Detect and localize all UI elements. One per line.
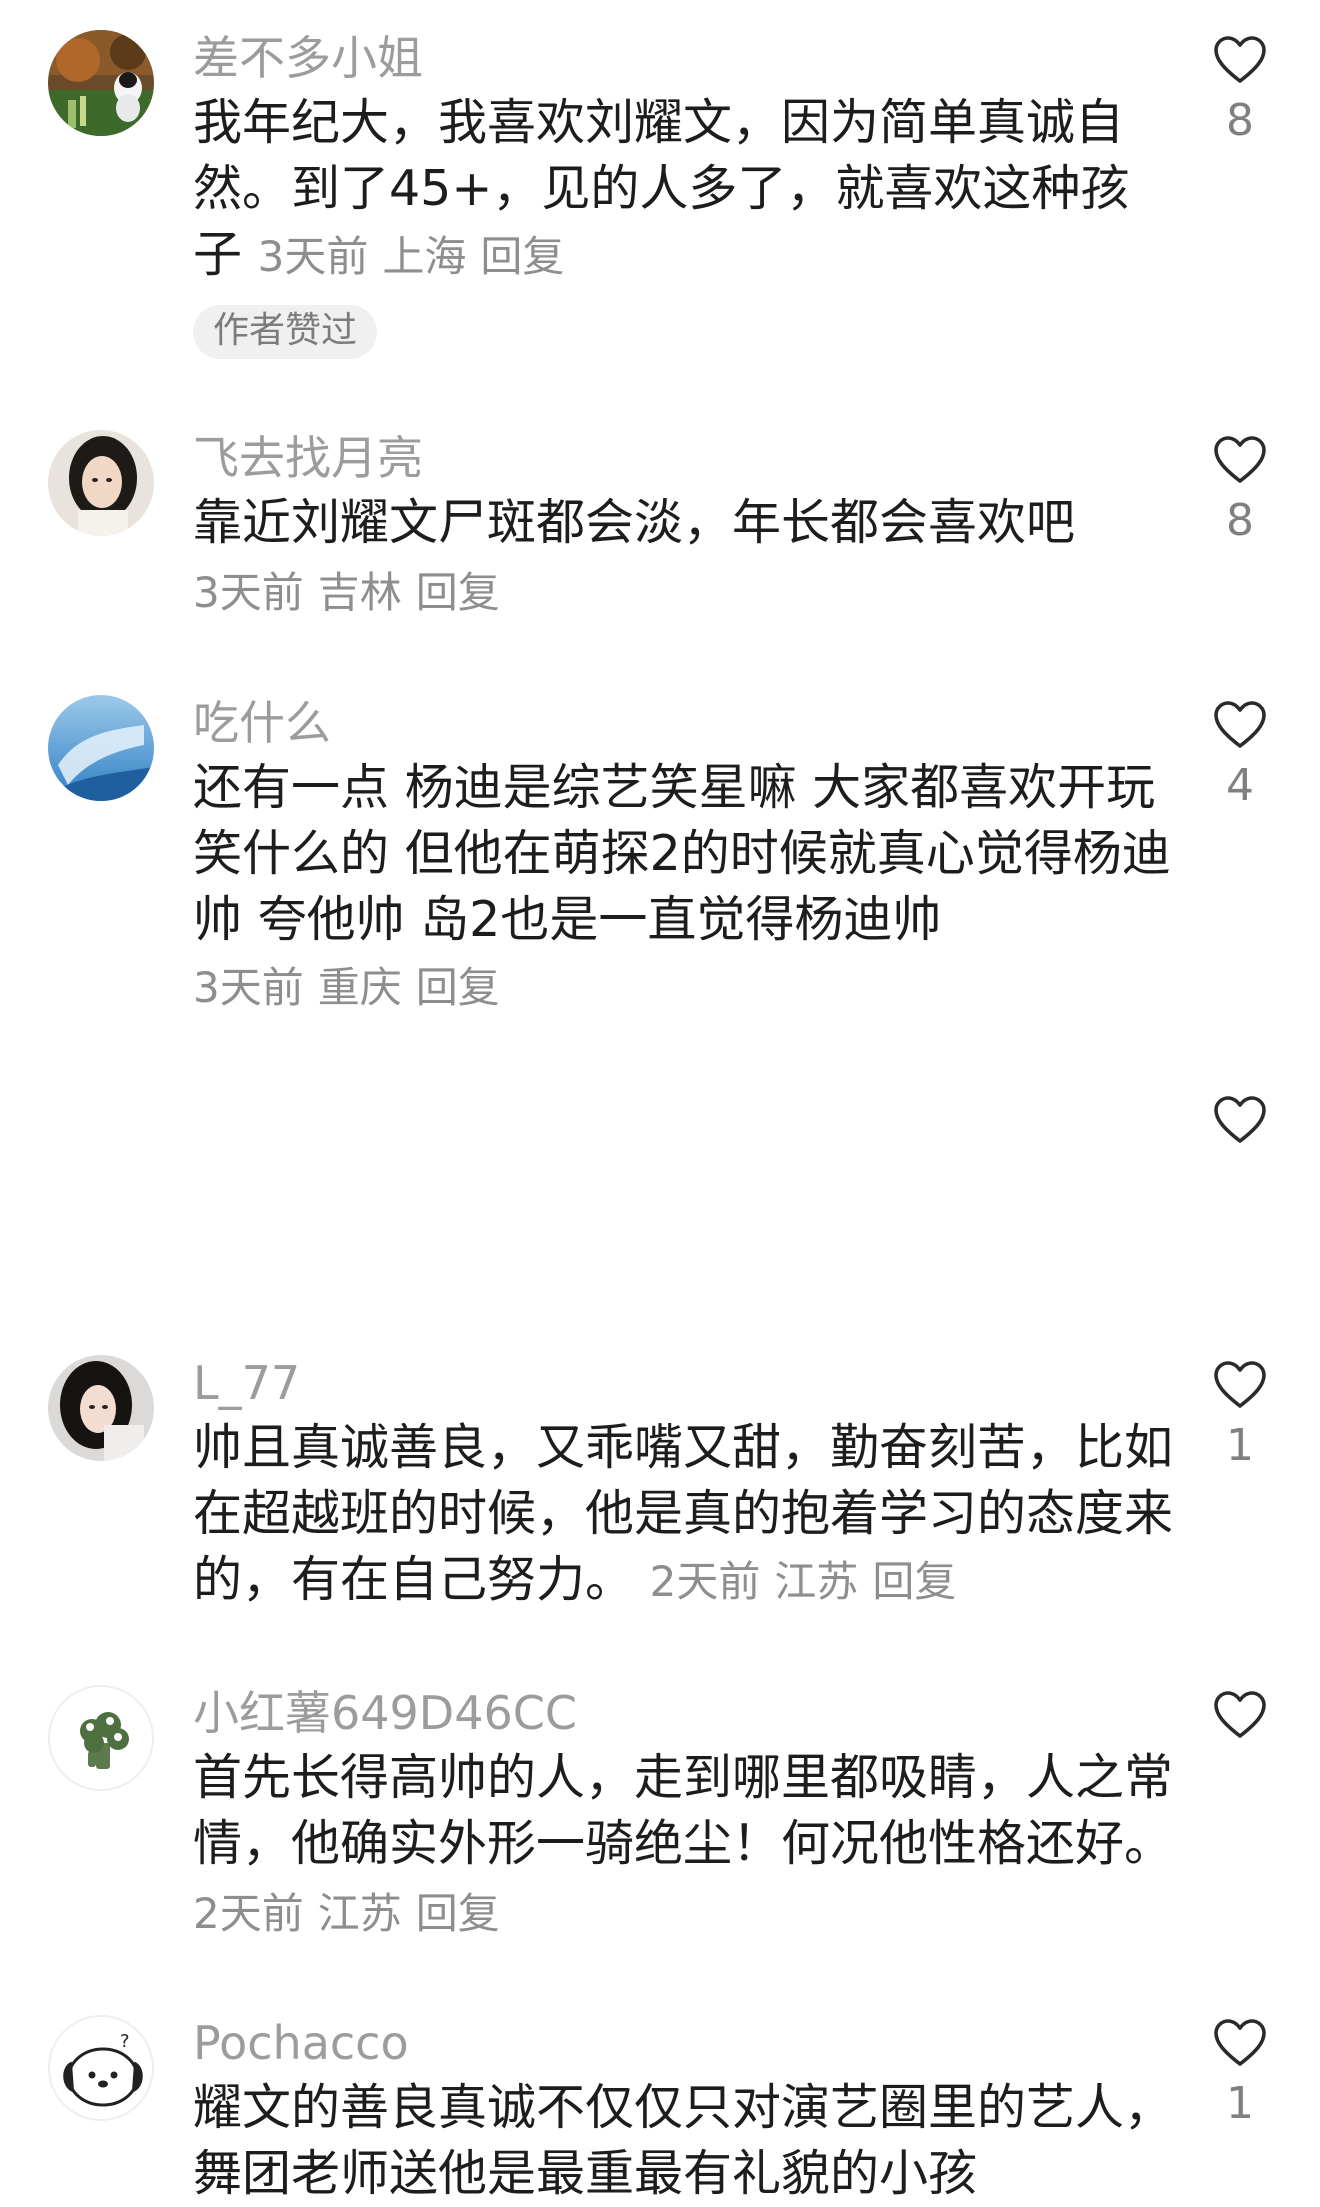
comment-location: 重庆 [317, 963, 402, 1012]
like-button[interactable] [1210, 1690, 1270, 1750]
comment-meta: 3天前 吉林 回复 [193, 565, 514, 621]
author-liked-badge: 作者赞过 [193, 305, 378, 359]
girl-portrait-avatar-icon [48, 1355, 154, 1461]
heart-icon [1214, 436, 1266, 483]
like-button[interactable]: 4 [1210, 700, 1270, 812]
comment-time: 3天前 [257, 232, 369, 281]
heart-icon [1214, 36, 1266, 83]
reply-button[interactable]: 回复 [416, 963, 500, 1012]
heart-icon [1214, 1691, 1266, 1738]
username[interactable]: 差不多小姐 [193, 30, 423, 86]
girl-portrait-avatar-icon [48, 430, 154, 536]
heart-icon [1214, 1361, 1266, 1408]
avatar[interactable] [48, 30, 154, 136]
like-count: 8 [1226, 495, 1254, 546]
comment-text: 首先长得高帅的人，走到哪里都吸睛，人之常情，他确实外形一骑绝尘！何况他性格还好。… [193, 1745, 1173, 1947]
like-count: 4 [1226, 760, 1254, 811]
comment-body: 首先长得高帅的人，走到哪里都吸睛，人之常情，他确实外形一骑绝尘！何况他性格还好。 [193, 1749, 1174, 1872]
comment-text: 帅且真诚善良，又乖嘴又甜，勤奋刻苦，比如在超越班的时候，他是真的抱着学习的态度来… [193, 1415, 1173, 1615]
comment-location: 吉林 [317, 568, 402, 617]
avatar[interactable] [48, 430, 154, 536]
like-button[interactable] [1210, 1095, 1270, 1155]
avatar[interactable] [48, 1685, 154, 1791]
pochacco-dog-avatar-icon: ? [50, 2017, 152, 2119]
avatar[interactable]: ? [48, 2015, 154, 2121]
avatar[interactable] [48, 695, 154, 801]
comment-time: 2天前 [649, 1557, 761, 1606]
username[interactable]: 小红薯649D46CC [193, 1685, 577, 1741]
comment-meta: 2天前 江苏 回复 [650, 1557, 971, 1606]
comment-time: 2天前 [193, 1889, 304, 1938]
like-button[interactable]: 8 [1210, 35, 1270, 147]
comment-meta: 3天前 重庆 回复 [193, 960, 514, 1016]
comment-location: 江苏 [774, 1557, 859, 1606]
like-button[interactable]: 1 [1210, 1360, 1270, 1472]
like-count: 8 [1226, 95, 1254, 146]
like-count: 1 [1226, 1420, 1254, 1471]
like-button[interactable]: 1 [1210, 2018, 1270, 2130]
comment-time: 3天前 [193, 963, 304, 1012]
svg-text:?: ? [120, 2031, 130, 2052]
comment-meta: 2天前 江苏 回复 [193, 1889, 514, 1938]
reply-button[interactable]: 回复 [872, 1557, 956, 1606]
comment-body: 耀文的善良真诚不仅仅只对演艺圈里的艺人，舞团老师送他是最重最有礼貌的小孩 [193, 2079, 1174, 2202]
comment-text: 我年纪大，我喜欢刘耀文，因为简单真诚自然。到了45+，见的人多了，就喜欢这种孩子… [193, 90, 1173, 290]
comment-body: 靠近刘耀文尸斑都会淡，年长都会喜欢吧 [193, 494, 1076, 551]
heart-icon [1214, 2019, 1266, 2066]
username[interactable]: Pochacco [193, 2015, 409, 2071]
broccoli-avatar-icon [50, 1687, 152, 1789]
reply-button[interactable]: 回复 [416, 1889, 500, 1938]
like-button[interactable]: 8 [1210, 435, 1270, 547]
avatar[interactable] [48, 1355, 154, 1461]
comment-meta: 3天前 上海 回复 [258, 232, 579, 281]
heart-icon [1214, 701, 1266, 748]
nature-dog-avatar-icon [48, 30, 154, 136]
comment-location: 上海 [382, 232, 467, 281]
username[interactable]: 飞去找月亮 [193, 430, 423, 486]
like-count: 1 [1226, 2078, 1254, 2129]
comment-time: 3天前 [193, 568, 304, 617]
comment-body: 还有一点 杨迪是综艺笑星嘛 大家都喜欢开玩笑什么的 但他在萌探2的时候就真心觉得… [193, 759, 1171, 948]
reply-button[interactable]: 回复 [480, 232, 564, 281]
reply-button[interactable]: 回复 [416, 568, 500, 617]
comment-location: 江苏 [317, 1889, 402, 1938]
blue-sky-avatar-icon [48, 695, 154, 801]
username[interactable]: L_77 [193, 1355, 300, 1411]
username[interactable]: 吃什么 [193, 695, 331, 751]
heart-icon [1214, 1096, 1266, 1143]
